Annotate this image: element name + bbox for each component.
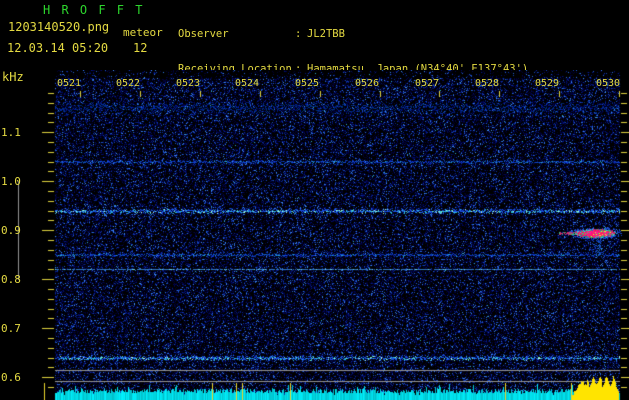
- mode-label: meteor: [123, 26, 163, 39]
- time-axis-label: 0528: [473, 78, 501, 89]
- freq-axis-label: 0.9: [1, 224, 27, 237]
- info-row-observer: Observer: JL2TBB: [178, 29, 528, 41]
- time-axis-label: 0529: [533, 78, 561, 89]
- freq-axis-label: 1.1: [1, 126, 27, 139]
- time-axis-label: 0530: [594, 78, 622, 89]
- freq-axis-label: 1.0: [1, 175, 27, 188]
- app-title: H R O F F T: [43, 3, 144, 17]
- output-filename: 1203140520.png: [8, 20, 109, 34]
- info-colon: :: [295, 29, 307, 41]
- time-axis-label: 0525: [293, 78, 321, 89]
- freq-axis-label: 0.7: [1, 322, 27, 335]
- spectrogram-canvas: [0, 70, 629, 400]
- time-axis-label: 0527: [413, 78, 441, 89]
- freq-axis-label: 0.6: [1, 371, 27, 384]
- time-axis-label: 0524: [233, 78, 261, 89]
- freq-axis-label: 0.8: [1, 273, 27, 286]
- meteor-count: 12: [133, 41, 147, 55]
- info-value: JL2TBB: [307, 29, 345, 41]
- time-axis-label: 0526: [353, 78, 381, 89]
- time-axis-label: 0523: [174, 78, 202, 89]
- time-axis-label: 0522: [114, 78, 142, 89]
- record-datetime: 12.03.14 05:20: [7, 41, 108, 55]
- freq-unit-label: kHz: [2, 70, 24, 84]
- info-label: Observer: [178, 29, 295, 41]
- hrofft-screen: H R O F F T 1203140520.png meteor 12.03.…: [0, 0, 629, 400]
- time-axis-label: 0521: [55, 78, 83, 89]
